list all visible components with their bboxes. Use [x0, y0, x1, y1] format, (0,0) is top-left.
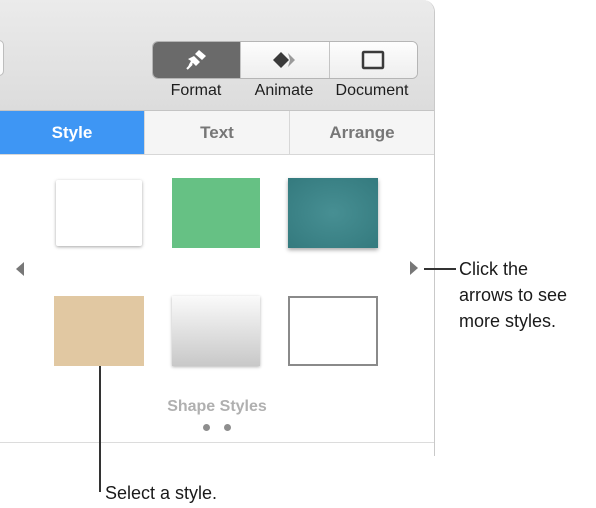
toolbar-segmented-control [152, 41, 418, 79]
document-label: Document [335, 82, 409, 99]
select-callout-text: Select a style. [105, 483, 218, 503]
arrows-callout-line-2: arrows to see [459, 285, 568, 305]
tab-arrange[interactable]: Arrange [290, 111, 434, 154]
diamond-arrow-icon [272, 52, 295, 68]
style-swatch-white-paper[interactable] [56, 180, 142, 246]
arrows-callout-line-3: more styles. [459, 311, 557, 331]
next-arrow-icon[interactable] [408, 260, 420, 276]
select-callout-line [99, 366, 101, 492]
format-button[interactable] [153, 42, 242, 78]
toolbar-control-edge[interactable] [0, 40, 4, 76]
arrows-callout-line-1: Click the [459, 259, 529, 279]
paintbrush-icon [185, 50, 206, 70]
animate-button[interactable] [241, 42, 330, 78]
inspector-tabs: Style Text Arrange [0, 111, 434, 155]
tab-text[interactable]: Text [145, 111, 290, 154]
style-swatch-white-outline[interactable] [288, 296, 378, 366]
format-label: Format [170, 82, 222, 99]
arrows-callout-line [424, 268, 456, 270]
section-divider [0, 442, 434, 443]
toolbar: Format Animate Document [0, 0, 434, 111]
page-dot-2[interactable] [224, 424, 231, 431]
format-sidebar: Format Animate Document Style Text Arran… [0, 0, 435, 456]
style-swatch-gray-gradient[interactable] [172, 296, 260, 366]
toolbar-labels: Format Animate Document [152, 82, 416, 102]
arrows-callout-text: Click the arrows to see more styles. [459, 256, 567, 334]
document-button[interactable] [329, 42, 417, 78]
style-swatch-green[interactable] [172, 178, 260, 248]
style-swatch-tan[interactable] [54, 296, 144, 366]
animate-label: Animate [254, 82, 314, 99]
shape-styles-caption: Shape Styles [167, 398, 267, 415]
document-rect-icon [362, 50, 385, 70]
previous-arrow-icon[interactable] [14, 261, 26, 277]
style-swatch-teal-texture[interactable] [288, 178, 378, 248]
page-dot-1[interactable] [203, 424, 210, 431]
tab-style[interactable]: Style [0, 111, 145, 154]
